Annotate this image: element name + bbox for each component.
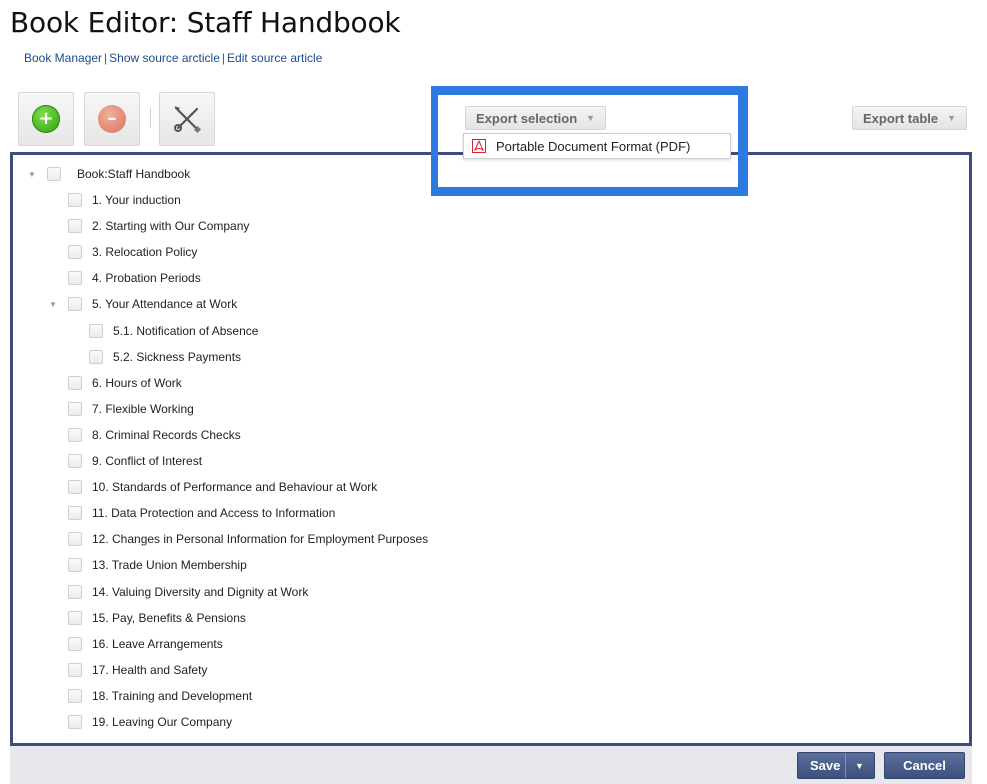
tree-item: 18. Training and Development xyxy=(68,686,252,706)
tree-checkbox[interactable] xyxy=(68,637,82,651)
export-selection-button[interactable]: Export selection ▼ xyxy=(465,106,607,130)
tree-checkbox[interactable] xyxy=(68,532,82,546)
tree-item: 15. Pay, Benefits & Pensions xyxy=(68,608,246,628)
expand-toggle-icon[interactable]: ▼ xyxy=(27,169,37,179)
chevron-down-icon: ▼ xyxy=(947,113,957,123)
link-separator: | xyxy=(221,51,226,65)
tree-item: 14. Valuing Diversity and Dignity at Wor… xyxy=(68,582,308,602)
tree-item: 7. Flexible Working xyxy=(68,399,194,419)
tree-checkbox[interactable] xyxy=(68,454,82,468)
book-manager-link[interactable]: Book Manager xyxy=(24,51,102,65)
tree-subitem: 5.1. Notification of Absence xyxy=(89,321,258,341)
save-divider xyxy=(845,753,846,778)
tree-item-label: 5. Your Attendance at Work xyxy=(92,297,238,311)
tree-item-label: 17. Health and Safety xyxy=(92,663,208,677)
tree-checkbox[interactable] xyxy=(68,245,82,259)
tree-checkbox[interactable] xyxy=(68,297,82,311)
tree-checkbox[interactable] xyxy=(68,193,82,207)
edit-source-article-link[interactable]: Edit source article xyxy=(227,51,322,65)
tree-checkbox[interactable] xyxy=(68,689,82,703)
tree-item: 10. Standards of Performance and Behavio… xyxy=(68,477,377,497)
tree-item-label: 19. Leaving Our Company xyxy=(92,715,233,729)
tree-item: 3. Relocation Policy xyxy=(68,242,197,262)
tree-item-label: 2. Starting with Our Company xyxy=(92,219,250,233)
tree-item: ▼ 5. Your Attendance at Work xyxy=(48,294,237,314)
tree-item-label: 16. Leave Arrangements xyxy=(92,637,223,651)
tree-item: 13. Trade Union Membership xyxy=(68,555,247,575)
tree-item-label: 9. Conflict of Interest xyxy=(92,454,203,468)
tree-item: 11. Data Protection and Access to Inform… xyxy=(68,503,335,523)
tree-item-label: 5.2. Sickness Payments xyxy=(113,350,242,364)
tree-item: 12. Changes in Personal Information for … xyxy=(68,529,428,549)
tree-checkbox[interactable] xyxy=(68,611,82,625)
tree-checkbox[interactable] xyxy=(68,428,82,442)
show-source-article-link[interactable]: Show source arcticle xyxy=(109,51,220,65)
tree-checkbox[interactable] xyxy=(68,558,82,572)
export-table-label: Export table xyxy=(863,110,939,126)
tree-checkbox[interactable] xyxy=(68,663,82,677)
tree-item-label: 6. Hours of Work xyxy=(92,376,182,390)
toolbar-divider xyxy=(150,108,151,128)
tree-root: ▼ Book:Staff Handbook xyxy=(27,164,190,184)
tree-checkbox[interactable] xyxy=(68,271,82,285)
minus-icon: – xyxy=(98,105,126,133)
plus-icon: + xyxy=(32,105,60,133)
tree-item-label: 18. Training and Development xyxy=(92,689,253,703)
export-option-pdf[interactable]: Portable Document Format (PDF) xyxy=(463,133,731,159)
tree-item: 19. Leaving Our Company xyxy=(68,712,232,732)
chevron-down-icon: ▼ xyxy=(586,113,596,123)
cancel-button[interactable]: Cancel xyxy=(884,752,965,779)
tree-item: 9. Conflict of Interest xyxy=(68,451,202,471)
tree-checkbox[interactable] xyxy=(68,480,82,494)
tree-checkbox[interactable] xyxy=(89,324,103,338)
tree-item: 17. Health and Safety xyxy=(68,660,207,680)
tree-item: 4. Probation Periods xyxy=(68,268,201,288)
tree-checkbox[interactable] xyxy=(68,585,82,599)
add-button[interactable]: + xyxy=(18,92,74,146)
tree-checkbox[interactable] xyxy=(68,715,82,729)
expand-toggle-icon[interactable]: ▼ xyxy=(48,299,58,309)
remove-button[interactable]: – xyxy=(84,92,140,146)
save-button[interactable]: Save ▼ xyxy=(797,752,875,779)
pdf-icon xyxy=(472,139,486,153)
page-title: Book Editor: Staff Handbook xyxy=(10,6,401,39)
tree-item: 6. Hours of Work xyxy=(68,373,182,393)
tree-item: 16. Leave Arrangements xyxy=(68,634,223,654)
tree-subitem: 5.2. Sickness Payments xyxy=(89,347,241,367)
tree-checkbox[interactable] xyxy=(68,376,82,390)
tree-root-label: Book:Staff Handbook xyxy=(77,167,191,181)
tools-button[interactable] xyxy=(159,92,215,146)
export-option-label: Portable Document Format (PDF) xyxy=(496,138,691,154)
tree-item: 2. Starting with Our Company xyxy=(68,216,249,236)
header-links: Book Manager | Show source arcticle | Edit s… xyxy=(24,51,322,65)
tree-item: 1. Your induction xyxy=(68,190,181,210)
tree-item-label: 15. Pay, Benefits & Pensions xyxy=(92,611,246,625)
tree-item-label: 4. Probation Periods xyxy=(92,271,201,285)
save-label: Save xyxy=(810,758,841,773)
tree-item-label: 12. Changes in Personal Information for … xyxy=(92,532,429,546)
tree-checkbox[interactable] xyxy=(68,402,82,416)
tree-item-label: 7. Flexible Working xyxy=(92,402,194,416)
export-table-button[interactable]: Export table ▼ xyxy=(852,106,968,130)
tree-checkbox[interactable] xyxy=(47,167,61,181)
tree-item-label: 11. Data Protection and Access to Inform… xyxy=(92,506,336,520)
tree-item-label: 1. Your induction xyxy=(92,193,181,207)
tree-item-label: 5.1. Notification of Absence xyxy=(113,324,259,338)
tree-item-label: 14. Valuing Diversity and Dignity at Wor… xyxy=(92,585,309,599)
tree-item-label: 10. Standards of Performance and Behavio… xyxy=(92,480,378,494)
tree-checkbox[interactable] xyxy=(68,506,82,520)
tree-checkbox[interactable] xyxy=(68,219,82,233)
export-selection-label: Export selection xyxy=(476,110,578,126)
book-tree-panel: ▼ Book:Staff Handbook 1. Your induction 2… xyxy=(10,152,972,746)
tree-item: 8. Criminal Records Checks xyxy=(68,425,241,445)
tree-item-label: 8. Criminal Records Checks xyxy=(92,428,241,442)
tree-item-label: 13. Trade Union Membership xyxy=(92,558,247,572)
save-options-icon[interactable]: ▼ xyxy=(855,761,864,771)
wrench-screwdriver-icon xyxy=(174,106,202,134)
tree-checkbox[interactable] xyxy=(89,350,103,364)
tree-item-label: 3. Relocation Policy xyxy=(92,245,198,259)
